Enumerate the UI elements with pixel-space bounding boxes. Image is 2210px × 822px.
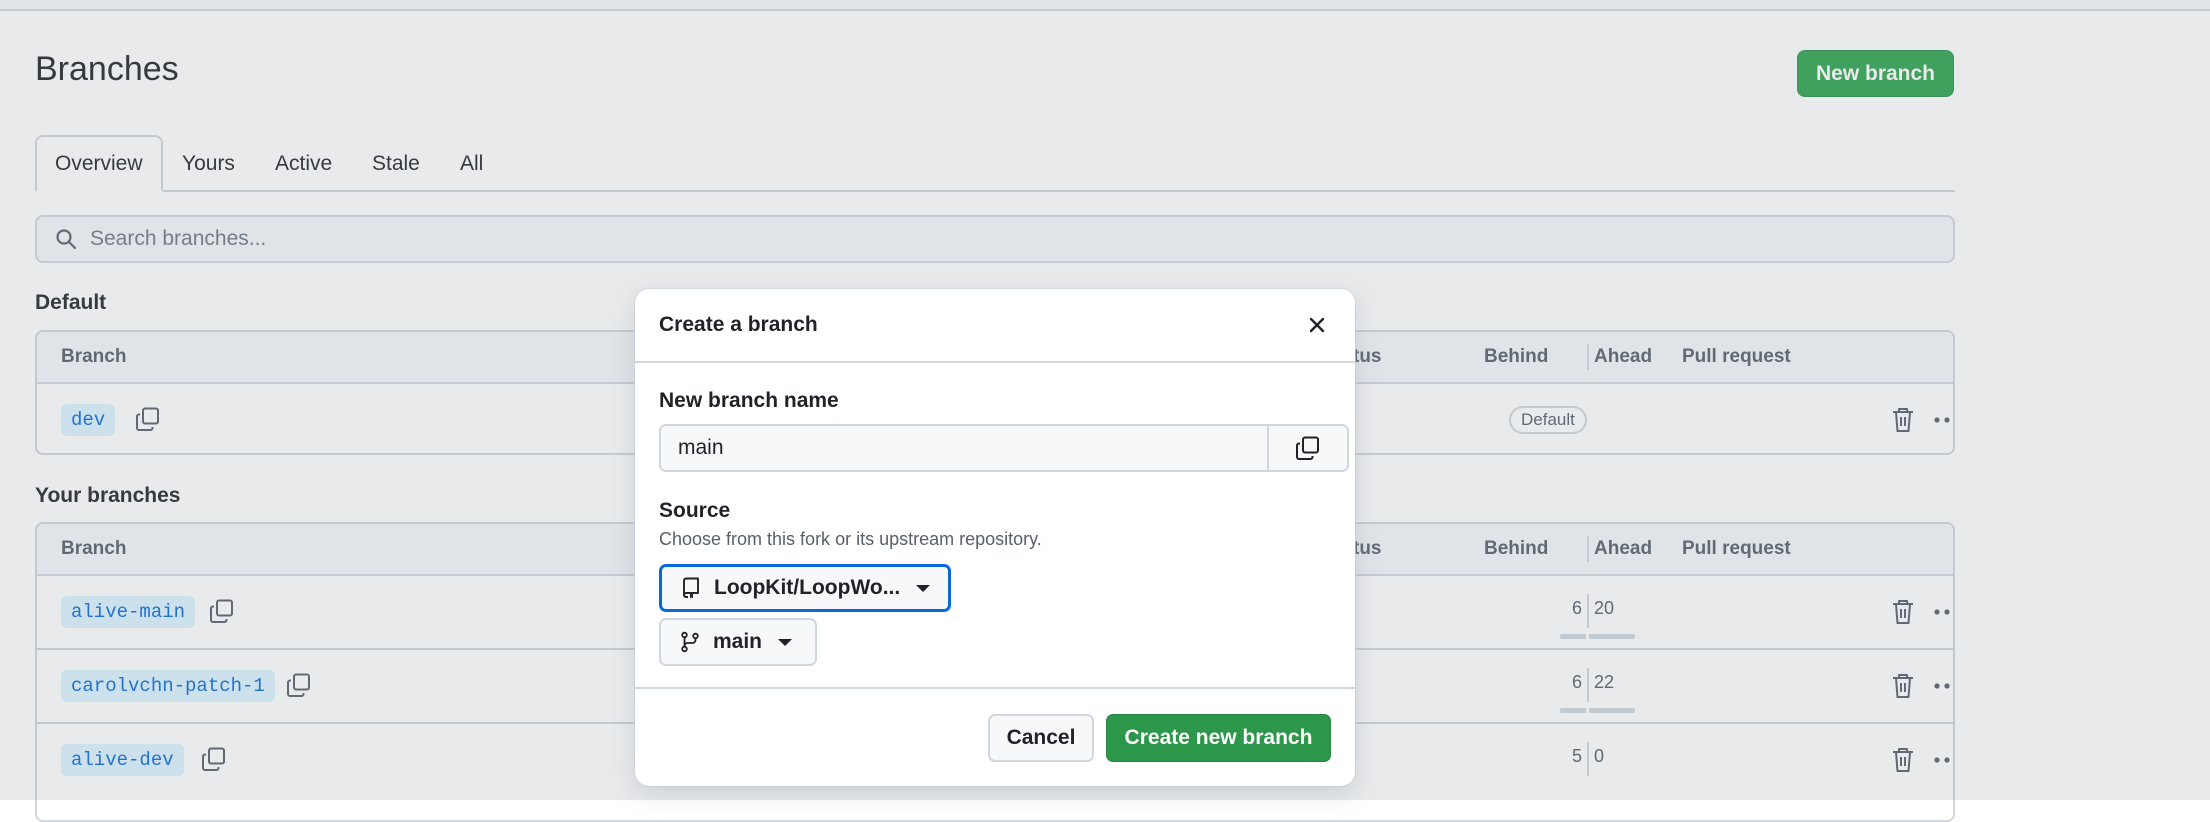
- close-icon[interactable]: [1303, 311, 1331, 339]
- git-branch-icon: [681, 631, 699, 653]
- create-branch-dialog: Create a branch New branch name main Sou…: [635, 289, 1355, 786]
- source-hint: Choose from this fork or its upstream re…: [659, 529, 1042, 549]
- repository-select[interactable]: LoopKit/LoopWo...: [659, 564, 951, 612]
- cancel-button[interactable]: Cancel: [988, 714, 1094, 762]
- chevron-down-icon: [916, 584, 931, 592]
- repo-icon: [683, 577, 699, 599]
- dialog-header-divider: [635, 361, 1355, 363]
- copy-icon: [1296, 436, 1319, 460]
- dialog-title: Create a branch: [659, 313, 818, 336]
- branch-name-field[interactable]: main: [659, 424, 1267, 472]
- source-branch-value: main: [713, 630, 763, 653]
- source-branch-select[interactable]: main: [659, 618, 817, 666]
- chevron-down-icon: [778, 638, 793, 646]
- repository-select-value: LoopKit/LoopWo...: [714, 576, 901, 599]
- dialog-footer-divider: [635, 687, 1355, 689]
- source-label: Source: [659, 499, 731, 522]
- branch-name-label: New branch name: [659, 389, 839, 412]
- copy-branch-name-button[interactable]: [1267, 424, 1349, 472]
- create-new-branch-button[interactable]: Create new branch: [1106, 714, 1331, 762]
